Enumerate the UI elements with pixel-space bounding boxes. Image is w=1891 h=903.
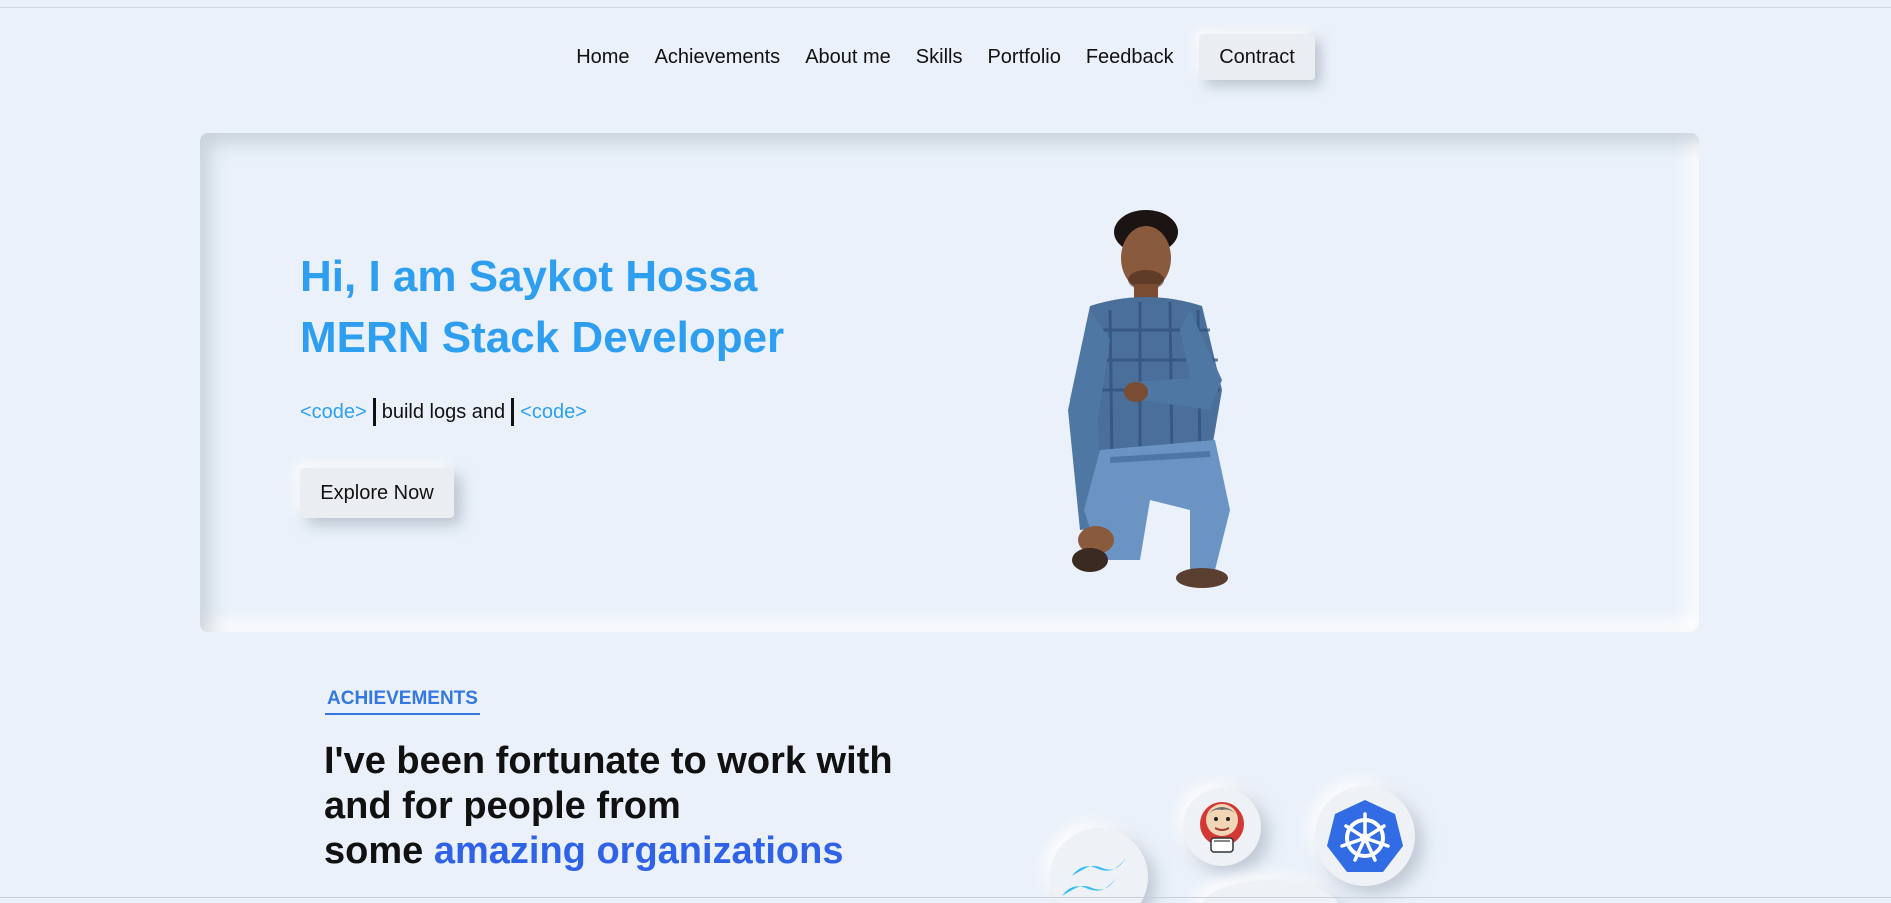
code-open-tag: <code> — [300, 400, 367, 423]
main-nav: Home Achievements About me Skills Portfo… — [0, 34, 1891, 80]
kubernetes-bubble — [1315, 786, 1415, 886]
typing-line: <code> build logs and <code> — [300, 398, 587, 426]
typing-cursor — [511, 398, 515, 426]
code-close-tag: <code> — [520, 400, 587, 423]
tailwind-bubble — [1050, 828, 1148, 903]
tailwind-icon — [1062, 858, 1126, 896]
heading-line-1: I've been fortunate to work with — [324, 740, 893, 782]
profile-photo — [1068, 210, 1230, 588]
explore-now-button[interactable]: Explore Now — [300, 468, 454, 518]
heading-line-3-prefix: some — [324, 830, 424, 872]
jenkins-bubble — [1183, 788, 1261, 866]
hero-role: MERN Stack Developer — [300, 313, 785, 362]
bottom-divider — [0, 897, 1891, 898]
typing-cursor — [372, 398, 376, 426]
nav-achievements[interactable]: Achievements — [655, 34, 781, 80]
nav-portfolio[interactable]: Portfolio — [987, 34, 1060, 80]
nav-home[interactable]: Home — [576, 34, 629, 80]
nav-skills[interactable]: Skills — [916, 34, 963, 80]
hero-title: Hi, I am Saykot Hossa MERN Stack Develop… — [300, 246, 784, 368]
nav-about-me[interactable]: About me — [805, 34, 891, 80]
page: Home Achievements About me Skills Portfo… — [0, 0, 1891, 903]
hero-greeting: Hi, I am Saykot Hossa — [300, 252, 758, 301]
achievements-heading: I've been fortunate to work with and for… — [324, 739, 893, 874]
typed-text: build logs and — [381, 400, 506, 423]
heading-highlight: amazing organizations — [433, 830, 844, 872]
contract-button[interactable]: Contract — [1199, 34, 1315, 80]
nav-feedback[interactable]: Feedback — [1086, 34, 1174, 80]
kubernetes-icon — [1327, 800, 1403, 872]
hero-panel — [200, 133, 1699, 632]
top-divider — [0, 7, 1891, 8]
heading-line-2: and for people from — [324, 785, 681, 827]
jenkins-icon — [1200, 802, 1244, 853]
achievements-label: ACHIEVEMENTS — [325, 688, 480, 715]
